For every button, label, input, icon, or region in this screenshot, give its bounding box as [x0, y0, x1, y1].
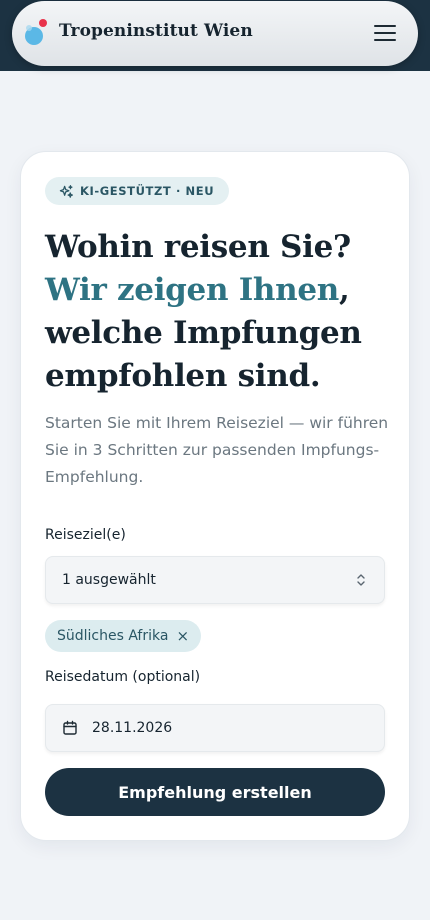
date-label: Reisedatum (optional)	[45, 669, 201, 685]
sparkles-icon	[59, 184, 74, 198]
page-headline: Wohin reisen Sie? Wir zeigen Ihnen, welc…	[45, 226, 395, 398]
headline-accent: Wir zeigen Ihnen	[45, 272, 340, 308]
calendar-icon	[63, 720, 77, 735]
brand-name[interactable]: Tropeninstitut Wien	[59, 21, 253, 41]
date-value: 28.11.2026	[92, 720, 173, 736]
remove-chip-icon[interactable]: ×	[176, 628, 189, 644]
top-navigation-bar: Tropeninstitut Wien	[12, 1, 418, 66]
badge-label: KI-GESTÜTZT · NEU	[80, 184, 215, 198]
destination-select[interactable]: 1 ausgewählt	[45, 556, 385, 604]
destination-value: 1 ausgewählt	[62, 572, 156, 588]
headline-part1: Wohin reisen Sie?	[45, 229, 351, 265]
headline-comma: ,	[339, 272, 350, 308]
headline-part2: welche Impfungen empfohlen sind.	[45, 315, 362, 394]
recommendation-card: KI-GESTÜTZT · NEU Wohin reisen Sie? Wir …	[20, 151, 410, 841]
logo-icon[interactable]	[24, 17, 50, 51]
hamburger-menu-icon[interactable]	[374, 23, 396, 43]
travel-date-input[interactable]: 28.11.2026	[45, 704, 385, 752]
selected-destination-chip: Südliches Afrika ×	[45, 620, 202, 652]
create-recommendation-button[interactable]: Empfehlung erstellen	[45, 768, 385, 816]
intro-text: Starten Sie mit Ihrem Reiseziel — wir fü…	[45, 414, 389, 486]
chevron-up-down-icon	[357, 574, 365, 586]
ai-badge: KI-GESTÜTZT · NEU	[45, 177, 230, 205]
destination-label: Reiseziel(e)	[45, 527, 126, 543]
chip-label: Südliches Afrika	[57, 628, 169, 644]
